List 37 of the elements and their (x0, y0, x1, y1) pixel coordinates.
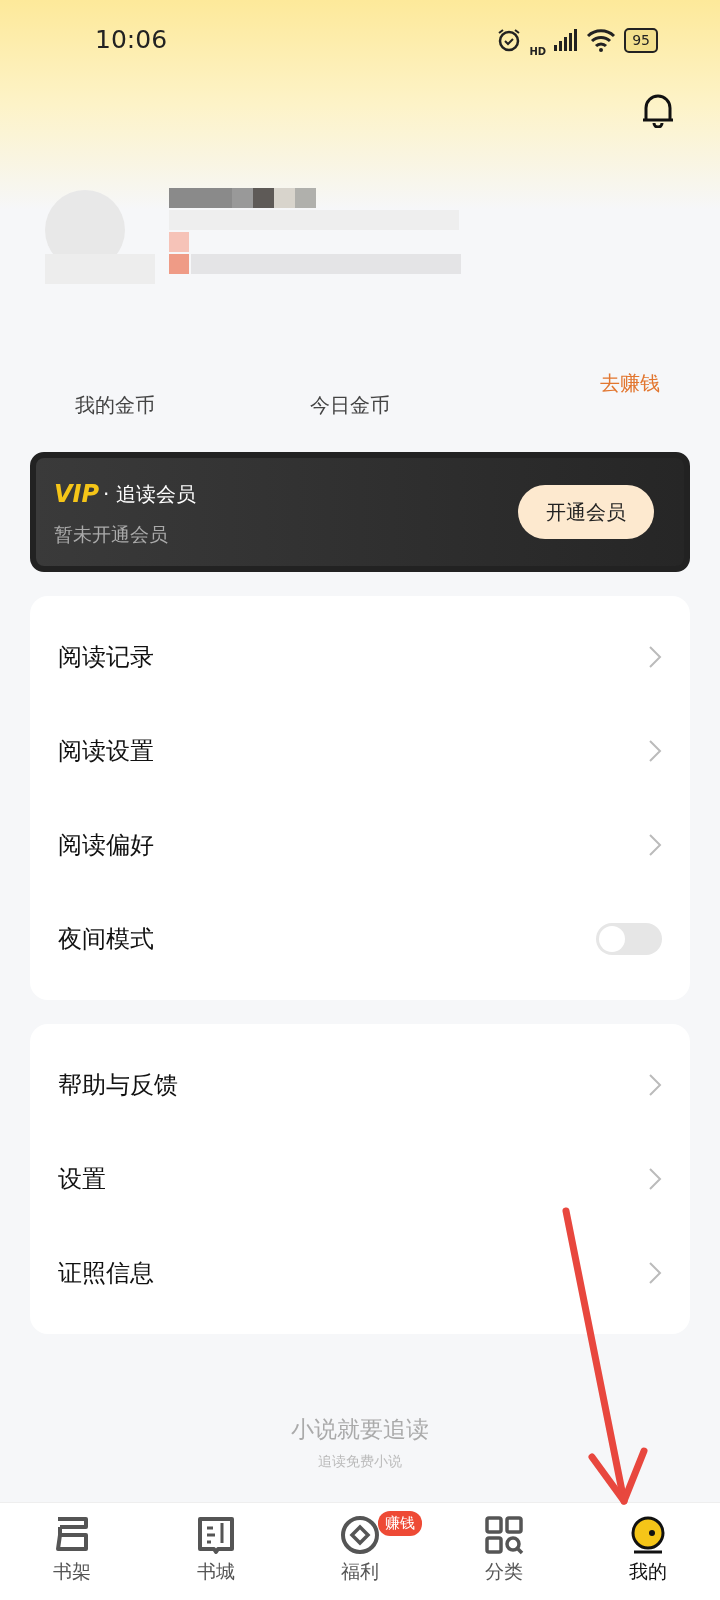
menu-item[interactable]: 夜间模式 (58, 921, 154, 957)
join-vip-button[interactable]: 开通会员 (518, 485, 654, 539)
nav-tab[interactable]: 分类 (432, 1503, 576, 1600)
menu-item[interactable]: 设置 (58, 1161, 106, 1197)
wifi-icon (586, 28, 617, 52)
category-grid-icon (484, 1515, 524, 1555)
network-label: HD (529, 44, 547, 59)
slogan: 小说就要追读 (291, 1415, 429, 1444)
menu-item[interactable]: 阅读设置 (58, 733, 154, 769)
nav-tab[interactable]: 书城 (144, 1503, 288, 1600)
coin-label: 我的金币 (75, 392, 156, 419)
chevron-right-icon (648, 1261, 662, 1285)
vip-logo: VIP (54, 478, 100, 510)
menu-item[interactable]: 帮助与反馈 (58, 1067, 178, 1103)
tagline: 追读免费小说 (318, 1451, 402, 1471)
night-mode-toggle[interactable] (596, 923, 662, 955)
menu-item[interactable]: 阅读偏好 (58, 827, 154, 863)
battery-indicator: 95 (624, 27, 658, 53)
earn-badge: 赚钱 (378, 1511, 422, 1536)
status-time: 10:06 (95, 24, 168, 57)
signal-icon (554, 29, 579, 51)
chevron-right-icon (648, 1167, 662, 1191)
chevron-right-icon (648, 739, 662, 763)
nav-tab[interactable]: 书架 (0, 1503, 144, 1600)
coin-label: 今日金币 (310, 392, 390, 419)
vip-title: · 追读会员 (103, 480, 196, 508)
chevron-right-icon (648, 1073, 662, 1097)
menu-item[interactable]: 阅读记录 (58, 639, 154, 675)
menu-item[interactable]: 证照信息 (58, 1255, 154, 1291)
vip-status: 暂未开通会员 (54, 521, 169, 547)
coin-icon (340, 1515, 380, 1555)
chevron-right-icon (648, 645, 662, 669)
nav-tab[interactable]: 福利 赚钱 (288, 1503, 432, 1600)
chevron-right-icon (648, 833, 662, 857)
notification-bell-icon[interactable] (641, 92, 675, 128)
book-icon (196, 1515, 236, 1555)
nav-tab[interactable]: 我的 (576, 1503, 720, 1600)
